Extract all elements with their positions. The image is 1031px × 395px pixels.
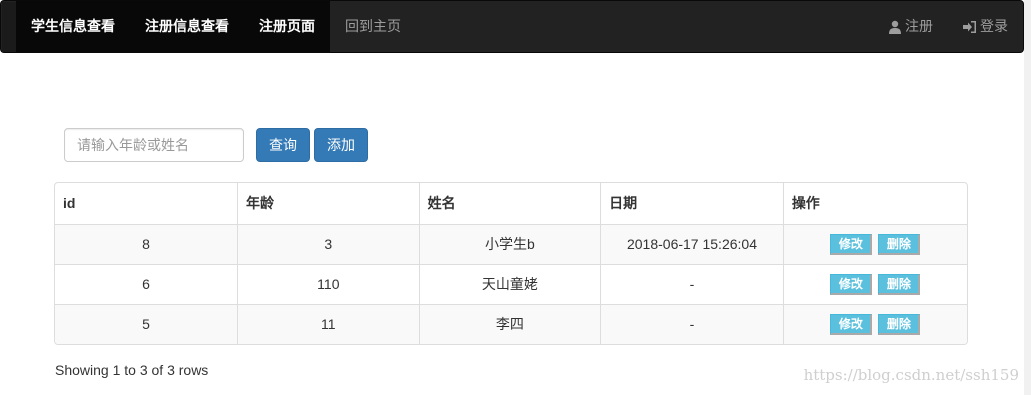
cell-age: 11: [237, 304, 420, 344]
navbar-right-menu: 注册 登录: [873, 1, 1023, 52]
vertical-scrollbar[interactable]: [1024, 0, 1031, 395]
cell-id: 6: [55, 264, 239, 305]
add-button[interactable]: 添加: [314, 128, 368, 162]
table-row: 8 3 小学生b 2018-06-17 15:26:04 修改 删除: [55, 224, 967, 265]
student-table: id 年龄 姓名 日期 操作 8 3 小学生b 2018-06-17 15:26…: [55, 183, 967, 344]
nav-item-student-info[interactable]: 学生信息查看: [16, 1, 130, 52]
edit-button[interactable]: 修改: [830, 233, 873, 255]
student-table-container: id 年龄 姓名 日期 操作 8 3 小学生b 2018-06-17 15:26…: [54, 182, 968, 345]
column-header-id[interactable]: id: [55, 183, 239, 225]
nav-item-registration-info[interactable]: 注册信息查看: [130, 1, 244, 52]
cell-id: 8: [55, 224, 239, 265]
edit-button[interactable]: 修改: [830, 273, 873, 295]
cell-actions: 修改 删除: [783, 304, 967, 344]
cell-name: 小学生b: [419, 224, 602, 265]
cell-date: 2018-06-17 15:26:04: [600, 224, 784, 265]
register-link-label: 注册: [905, 18, 933, 34]
nav-item-home[interactable]: 回到主页: [330, 1, 416, 52]
log-in-icon: [963, 20, 976, 33]
login-link-label: 登录: [980, 18, 1008, 34]
table-row: 6 110 天山童姥 - 修改 删除: [55, 264, 967, 305]
cell-actions: 修改 删除: [783, 264, 967, 305]
delete-button[interactable]: 删除: [878, 313, 921, 335]
delete-button[interactable]: 删除: [878, 233, 921, 255]
navbar-left-menu: 学生信息查看 注册信息查看 注册页面 回到主页: [16, 1, 416, 52]
column-header-age[interactable]: 年龄: [237, 183, 420, 225]
edit-button[interactable]: 修改: [830, 313, 873, 335]
cell-date: -: [600, 304, 784, 344]
cell-name: 天山童姥: [419, 264, 602, 305]
cell-actions: 修改 删除: [783, 224, 967, 265]
login-link[interactable]: 登录: [948, 1, 1023, 52]
cell-id: 5: [55, 304, 239, 344]
column-header-name[interactable]: 姓名: [419, 183, 602, 225]
cell-date: -: [600, 264, 784, 305]
query-button[interactable]: 查询: [256, 128, 310, 162]
table-header-row: id 年龄 姓名 日期 操作: [55, 183, 967, 225]
nav-item-register-page[interactable]: 注册页面: [244, 1, 330, 52]
cell-age: 110: [237, 264, 420, 305]
top-navbar: 学生信息查看 注册信息查看 注册页面 回到主页 注册 登录: [0, 0, 1024, 53]
cell-name: 李四: [419, 304, 602, 344]
table-row: 5 11 李四 - 修改 删除: [55, 304, 967, 344]
search-input[interactable]: [64, 128, 244, 162]
user-icon: [889, 20, 901, 34]
pagination-info: Showing 1 to 3 of 3 rows: [55, 362, 209, 378]
delete-button[interactable]: 删除: [878, 273, 921, 295]
cell-age: 3: [237, 224, 420, 265]
column-header-date[interactable]: 日期: [600, 183, 784, 225]
register-link[interactable]: 注册: [873, 1, 948, 52]
watermark-text: https://blog.csdn.net/ssh159: [803, 366, 1019, 384]
navbar-brand-strip: [2, 2, 16, 52]
column-header-actions: 操作: [783, 183, 967, 225]
